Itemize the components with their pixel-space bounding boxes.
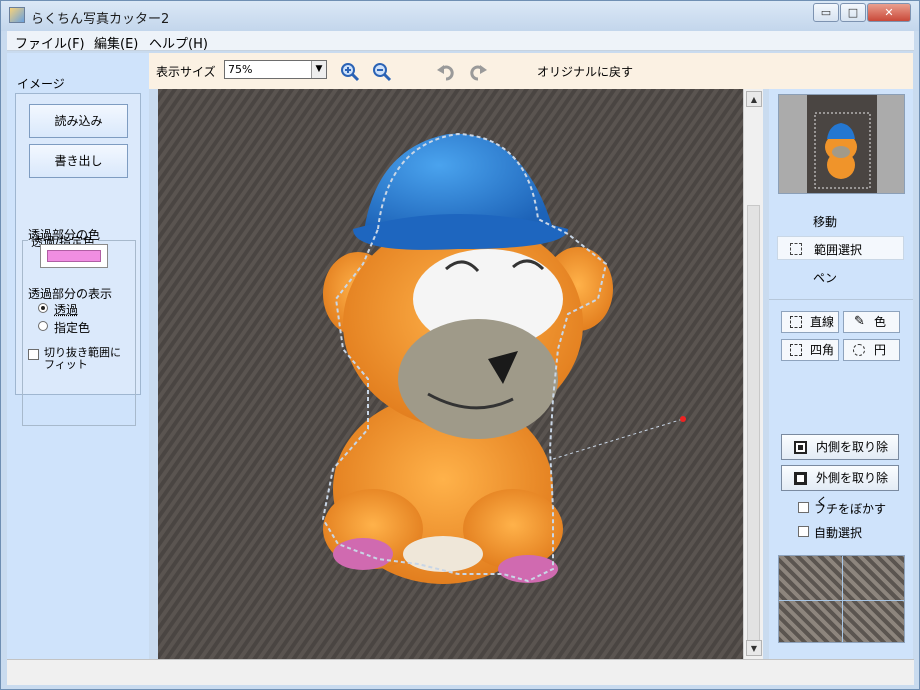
menu-file[interactable]: ファイル(F) (15, 33, 85, 52)
auto-select-label: 自動選択 (814, 526, 863, 540)
tool-color-label: 色 (874, 315, 887, 329)
left-panel: イメージ 読み込み 書き出し 透過/指定色 透過部分の色 透過部分の表示 透過 … (7, 53, 149, 659)
mode-range-label: 範囲選択 (814, 243, 863, 257)
mode-range-selected[interactable]: 範囲選択 (777, 236, 904, 260)
toolbar: 表示サイズ 75% ▼ オリジナルに戻す (149, 53, 913, 89)
preview-image (807, 95, 877, 193)
remove-outside-icon (794, 472, 807, 485)
zoom-out-icon[interactable] (372, 62, 392, 82)
scroll-up-icon[interactable]: ▲ (746, 91, 762, 107)
maximize-button[interactable]: □ (840, 3, 866, 22)
line-select-icon (790, 316, 802, 328)
menu-edit[interactable]: 編集(E) (94, 33, 138, 52)
image-heading: イメージ (17, 77, 65, 91)
range-select-icon (790, 243, 802, 255)
chevron-down-icon[interactable]: ▼ (311, 61, 326, 78)
eyedropper-icon: ✎ (854, 314, 865, 329)
fit-checkbox[interactable] (28, 349, 39, 360)
mode-pen[interactable]: ペン (813, 269, 837, 286)
close-button[interactable]: ✕ (867, 3, 911, 22)
tool-color-button[interactable]: ✎ 色 (843, 311, 900, 333)
transparent-color-picker[interactable] (40, 244, 108, 268)
mode-move[interactable]: 移動 (813, 213, 837, 230)
transparent-color-swatch (47, 250, 101, 262)
radio-transparent-label: 透過 (54, 303, 79, 317)
window-title: らくちん写真カッター2 (31, 12, 170, 27)
menu-bar: ファイル(F) 編集(E) ヘルプ(H) (7, 31, 914, 52)
display-label: 透過部分の表示 (28, 287, 113, 301)
remove-outside-button[interactable]: 外側を取り除く (781, 465, 899, 509)
app-window: らくちん写真カッター2 ▭ □ ✕ ファイル(F) 編集(E) ヘルプ(H) 表… (0, 0, 920, 690)
load-button[interactable]: 読み込み (29, 104, 128, 138)
title-bar: らくちん写真カッター2 ▭ □ ✕ (1, 1, 919, 31)
radio-color[interactable] (38, 321, 48, 331)
tool-circle-button[interactable]: 円 (843, 339, 900, 361)
radio-transparent[interactable] (38, 303, 48, 313)
minimize-button[interactable]: ▭ (813, 3, 839, 22)
app-icon (9, 7, 25, 23)
blur-edge-checkbox[interactable] (798, 502, 809, 513)
zoom-label: 表示サイズ (156, 65, 216, 79)
zoom-value: 75% (228, 63, 253, 76)
crosshair-v (842, 556, 843, 642)
right-panel: 移動 範囲選択 ペン 直線 ✎ 色 四角 円 内側を取り除く 外側を (769, 89, 913, 659)
vertical-scrollbar[interactable]: ▲ ▼ (743, 89, 763, 659)
remove-inside-icon (794, 441, 807, 454)
rect-select-icon (790, 344, 802, 356)
texture-preview (778, 555, 905, 643)
radio-color-label: 指定色 (54, 321, 91, 335)
export-button[interactable]: 書き出し (29, 144, 128, 178)
redo-icon[interactable] (468, 62, 488, 82)
tool-line-button[interactable]: 直線 (781, 311, 839, 333)
zoom-select[interactable]: 75% ▼ (224, 60, 327, 79)
auto-select-checkbox[interactable] (798, 526, 809, 537)
preview-thumbnail (778, 94, 905, 194)
blur-edge-label: フチをぼかす (814, 502, 887, 516)
transparent-color-label: 透過部分の色 (28, 228, 101, 242)
status-bar (7, 659, 914, 685)
tool-rect-button[interactable]: 四角 (781, 339, 839, 361)
tool-rect-label: 四角 (810, 343, 835, 357)
image-canvas[interactable] (158, 89, 743, 659)
undo-icon[interactable] (436, 62, 456, 82)
scroll-thumb[interactable] (747, 205, 760, 645)
zoom-in-icon[interactable] (340, 62, 360, 82)
divider (769, 299, 913, 300)
reset-original-button[interactable]: オリジナルに戻す (537, 63, 633, 80)
tool-circle-label: 円 (874, 343, 887, 357)
tool-line-label: 直線 (810, 315, 835, 329)
remove-inside-button[interactable]: 内側を取り除く (781, 434, 899, 478)
circle-select-icon (853, 344, 865, 356)
photo-image (158, 89, 743, 659)
menu-help[interactable]: ヘルプ(H) (149, 33, 208, 52)
fit-checkbox-label: 切り抜き範囲に フィット (44, 346, 121, 371)
scroll-down-icon[interactable]: ▼ (746, 640, 762, 656)
